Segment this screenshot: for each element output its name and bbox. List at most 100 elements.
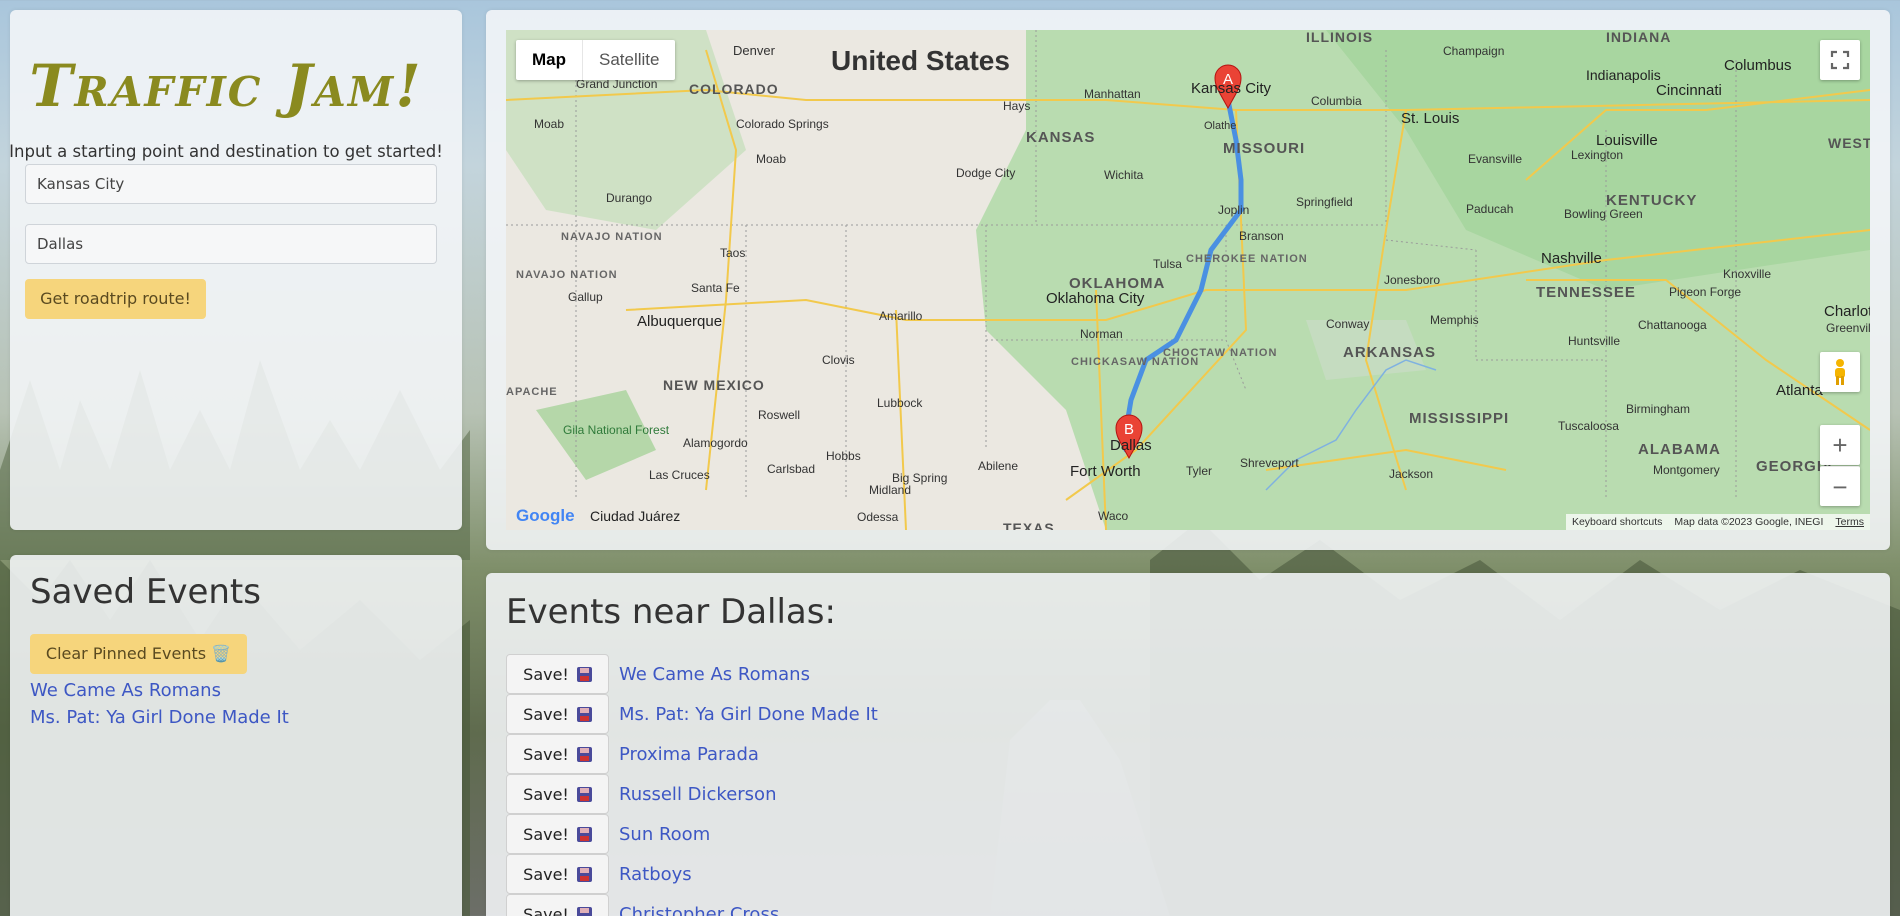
google-logo-text: Google [516, 506, 575, 525]
saved-event-link[interactable]: We Came As Romans [30, 677, 289, 704]
svg-text:Pigeon Forge: Pigeon Forge [1669, 285, 1741, 299]
app-title: Traffic Jam! [29, 52, 423, 120]
event-link[interactable]: Sun Room [619, 824, 710, 845]
svg-text:KANSAS: KANSAS [1026, 129, 1095, 146]
floppy-disk-icon [576, 706, 592, 722]
map-attribution: Keyboard shortcuts Map data ©2023 Google… [1565, 514, 1870, 530]
destination-input[interactable]: Dallas [25, 224, 437, 264]
svg-text:Alamogordo: Alamogordo [683, 436, 748, 450]
svg-text:Springfield: Springfield [1296, 195, 1353, 209]
svg-text:Kansas City: Kansas City [1191, 80, 1272, 97]
svg-text:Branson: Branson [1239, 229, 1284, 243]
svg-text:Tuscaloosa: Tuscaloosa [1558, 419, 1619, 433]
get-route-button[interactable]: Get roadtrip route! [25, 279, 206, 319]
svg-text:NAVAJO NATION: NAVAJO NATION [516, 269, 618, 281]
event-link[interactable]: Russell Dickerson [619, 784, 776, 805]
svg-text:APACHE: APACHE [506, 386, 558, 398]
save-event-button[interactable]: Save! [506, 734, 609, 774]
route-map[interactable]: A B United States Denver COLORADO Grand … [506, 30, 1870, 530]
svg-text:Hobbs: Hobbs [826, 449, 861, 463]
marker-b-label: B [1124, 421, 1134, 438]
map-type-control: Map Satellite [516, 40, 676, 80]
svg-text:Greenville: Greenville [1826, 321, 1870, 335]
start-location-input[interactable]: Kansas City [25, 164, 437, 204]
svg-text:Conway: Conway [1326, 317, 1369, 331]
country-label: United States [831, 45, 1010, 76]
save-event-button[interactable]: Save! [506, 894, 609, 916]
svg-text:Shreveport: Shreveport [1240, 456, 1299, 470]
svg-text:Columbus: Columbus [1724, 57, 1792, 74]
fullscreen-icon [1830, 50, 1850, 70]
zoom-in-button[interactable]: + [1820, 425, 1860, 465]
svg-text:Norman: Norman [1080, 327, 1123, 341]
svg-text:Dallas: Dallas [1110, 437, 1152, 454]
svg-text:Knoxville: Knoxville [1723, 267, 1771, 281]
svg-text:NEW MEXICO: NEW MEXICO [663, 377, 765, 393]
svg-text:Tulsa: Tulsa [1153, 257, 1182, 271]
events-list: Save! We Came As Romans Save! Ms. Pat: Y… [506, 654, 878, 916]
svg-text:Memphis: Memphis [1430, 313, 1479, 327]
svg-text:Lubbock: Lubbock [877, 396, 923, 410]
save-label: Save! [523, 784, 569, 804]
svg-text:Birmingham: Birmingham [1626, 402, 1690, 416]
saved-events-list: We Came As Romans Ms. Pat: Ya Girl Done … [30, 677, 289, 731]
save-label: Save! [523, 744, 569, 764]
svg-text:Moab: Moab [756, 152, 786, 166]
svg-text:TENNESSEE: TENNESSEE [1536, 284, 1636, 301]
map-canvas[interactable]: A B United States Denver COLORADO Grand … [506, 30, 1870, 530]
svg-text:Olathe: Olathe [1204, 120, 1236, 132]
floppy-disk-icon [576, 906, 592, 916]
save-event-button[interactable]: Save! [506, 854, 609, 894]
event-link[interactable]: Proxima Parada [619, 744, 759, 765]
svg-text:MISSISSIPPI: MISSISSIPPI [1409, 410, 1509, 427]
svg-text:Gallup: Gallup [568, 290, 603, 304]
svg-text:Columbia: Columbia [1311, 94, 1362, 108]
floppy-disk-icon [576, 746, 592, 762]
map-type-satellite[interactable]: Satellite [582, 40, 675, 80]
svg-text:Midland: Midland [869, 483, 911, 497]
svg-text:Champaign: Champaign [1443, 44, 1504, 58]
svg-text:Evansville: Evansville [1468, 152, 1522, 166]
svg-text:Las Cruces: Las Cruces [649, 468, 710, 482]
svg-text:St. Louis: St. Louis [1401, 110, 1459, 127]
save-event-button[interactable]: Save! [506, 654, 609, 694]
zoom-out-button[interactable]: − [1820, 466, 1860, 506]
svg-text:Moab: Moab [534, 117, 564, 131]
saved-event-link[interactable]: Ms. Pat: Ya Girl Done Made It [30, 704, 289, 731]
svg-text:MISSOURI: MISSOURI [1223, 140, 1305, 157]
svg-text:ALABAMA: ALABAMA [1638, 441, 1721, 458]
events-heading: Events near Dallas: [506, 592, 836, 632]
app-subtitle: Input a starting point and destination t… [9, 142, 443, 161]
fullscreen-button[interactable] [1820, 40, 1860, 80]
svg-text:CHOCTAW NATION: CHOCTAW NATION [1163, 347, 1277, 359]
svg-text:Louisville: Louisville [1596, 132, 1658, 149]
svg-text:Lexington: Lexington [1571, 148, 1623, 162]
save-event-button[interactable]: Save! [506, 694, 609, 734]
svg-text:Carlsbad: Carlsbad [767, 462, 815, 476]
save-event-button[interactable]: Save! [506, 814, 609, 854]
event-link[interactable]: We Came As Romans [619, 664, 810, 685]
event-link[interactable]: Ms. Pat: Ya Girl Done Made It [619, 704, 878, 725]
keyboard-shortcuts-link[interactable]: Keyboard shortcuts [1566, 514, 1668, 530]
save-label: Save! [523, 824, 569, 844]
save-label: Save! [523, 864, 569, 884]
svg-text:Huntsville: Huntsville [1568, 334, 1620, 348]
svg-text:Wichita: Wichita [1104, 168, 1144, 182]
event-link[interactable]: Christopher Cross [619, 904, 779, 916]
map-type-map[interactable]: Map [516, 40, 582, 80]
svg-text:INDIANA: INDIANA [1606, 30, 1671, 45]
svg-text:Odessa: Odessa [857, 510, 899, 524]
save-event-button[interactable]: Save! [506, 774, 609, 814]
svg-text:Santa Fe: Santa Fe [691, 281, 740, 295]
terms-link[interactable]: Terms [1829, 514, 1870, 530]
save-label: Save! [523, 904, 569, 916]
svg-text:CHEROKEE NATION: CHEROKEE NATION [1186, 253, 1308, 265]
google-logo: Google [516, 506, 575, 526]
svg-text:NAVAJO NATION: NAVAJO NATION [561, 231, 663, 243]
svg-text:Cincinnati: Cincinnati [1656, 82, 1722, 99]
clear-pinned-events-button[interactable]: Clear Pinned Events 🗑️ [30, 634, 247, 674]
svg-text:Colorado Springs: Colorado Springs [736, 117, 829, 131]
svg-text:WEST VIRGINIA: WEST VIRGINIA [1828, 135, 1870, 151]
event-link[interactable]: Ratboys [619, 864, 692, 885]
street-view-pegman[interactable] [1820, 352, 1860, 392]
